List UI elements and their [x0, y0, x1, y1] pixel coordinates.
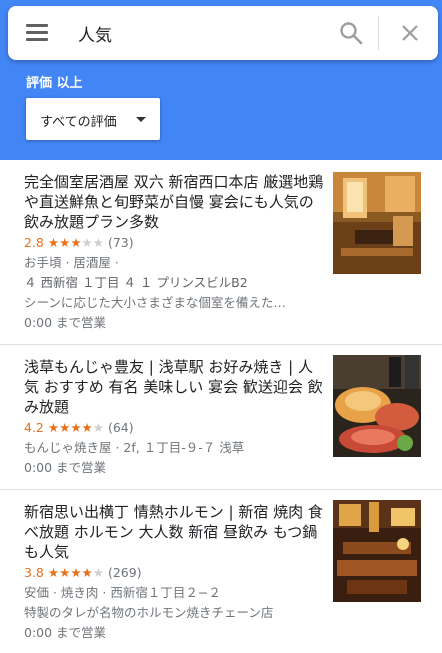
result-item[interactable]: 完全個室居酒屋 双六 新宿西口本店 厳選地鶏や直送鮮魚と旬野菜が自慢 宴会にも人…: [0, 160, 442, 345]
search-bar: [8, 6, 438, 60]
result-title[interactable]: 完全個室居酒屋 双六 新宿西口本店 厳選地鶏や直送鮮魚と旬野菜が自慢 宴会にも人…: [24, 172, 324, 232]
rating-filter-value: すべての評価: [40, 115, 117, 130]
star-empty-icon: ★: [92, 420, 104, 435]
result-hours: 0:00 まで営業: [24, 625, 107, 640]
close-icon[interactable]: [398, 21, 422, 45]
result-title[interactable]: 新宿思い出横丁 情熱ホルモン | 新宿 焼肉 食べ放題 ホルモン 大人数 新宿 …: [24, 502, 324, 562]
star-filled-icon: ★: [59, 420, 71, 435]
result-description: 特製のタレが名物のホルモン焼きチェーン店: [24, 605, 274, 620]
star-filled-icon: ★: [81, 565, 93, 580]
result-rating: 4.2 ★★★★★ (64): [24, 418, 324, 438]
result-title[interactable]: 浅草もんじゃ豊友 | 浅草駅 お好み焼き | 人気 おすすめ 有名 美味しい 宴…: [24, 357, 324, 417]
star-rating-icon: ★★★★★: [48, 565, 104, 580]
star-rating-icon: ★★★★★: [48, 235, 104, 250]
food-photo[interactable]: [333, 355, 421, 457]
rating-value: 4.2: [24, 420, 44, 435]
search-divider: [378, 16, 379, 50]
result-hours: 0:00 まで営業: [24, 460, 107, 475]
rating-value: 2.8: [24, 235, 44, 250]
result-category: お手頃 · 居酒屋 ·: [24, 255, 119, 270]
star-filled-icon: ★: [81, 420, 93, 435]
result-item[interactable]: 新宿思い出横丁 情熱ホルモン | 新宿 焼肉 食べ放題 ホルモン 大人数 新宿 …: [0, 490, 442, 653]
result-rating: 2.8 ★★★★★ (73): [24, 233, 324, 253]
search-icon[interactable]: [338, 20, 364, 46]
menu-icon[interactable]: [26, 24, 48, 42]
rating-filter-dropdown[interactable]: すべての評価: [26, 98, 160, 140]
rating-value: 3.8: [24, 565, 44, 580]
result-description: シーンに応じた大小さまざまな個室を備えた…: [24, 295, 286, 310]
review-count: (269): [107, 565, 142, 580]
star-filled-icon: ★: [70, 235, 82, 250]
review-count: (64): [107, 420, 134, 435]
result-category: もんじゃ焼き屋 · 2f, １丁目-９-７ 浅草: [24, 440, 245, 455]
restaurant-photo[interactable]: [333, 172, 421, 274]
caret-down-icon: [136, 117, 146, 122]
star-filled-icon: ★: [59, 565, 71, 580]
result-address: ４ 西新宿 １丁目 ４ １ プリンスビルB2: [24, 275, 248, 290]
star-filled-icon: ★: [59, 235, 71, 250]
star-filled-icon: ★: [47, 235, 60, 250]
star-filled-icon: ★: [70, 420, 82, 435]
result-hours: 0:00 まで営業: [24, 315, 107, 330]
search-input[interactable]: [78, 18, 328, 48]
review-count: (73): [107, 235, 134, 250]
star-empty-icon: ★: [81, 235, 93, 250]
search-header: 評価 以上 すべての評価: [0, 0, 442, 160]
star-filled-icon: ★: [47, 420, 60, 435]
result-category: 安価 · 焼き肉 · 西新宿１丁目２−２: [24, 585, 221, 600]
star-rating-icon: ★★★★★: [48, 420, 104, 435]
star-empty-icon: ★: [92, 565, 104, 580]
star-filled-icon: ★: [47, 565, 60, 580]
restaurant-photo[interactable]: [333, 500, 421, 602]
result-item[interactable]: 浅草もんじゃ豊友 | 浅草駅 お好み焼き | 人気 おすすめ 有名 美味しい 宴…: [0, 345, 442, 490]
result-rating: 3.8 ★★★★★ (269): [24, 563, 324, 583]
rating-filter-label: 評価 以上: [26, 76, 83, 91]
star-empty-icon: ★: [92, 235, 104, 250]
star-filled-icon: ★: [70, 565, 82, 580]
